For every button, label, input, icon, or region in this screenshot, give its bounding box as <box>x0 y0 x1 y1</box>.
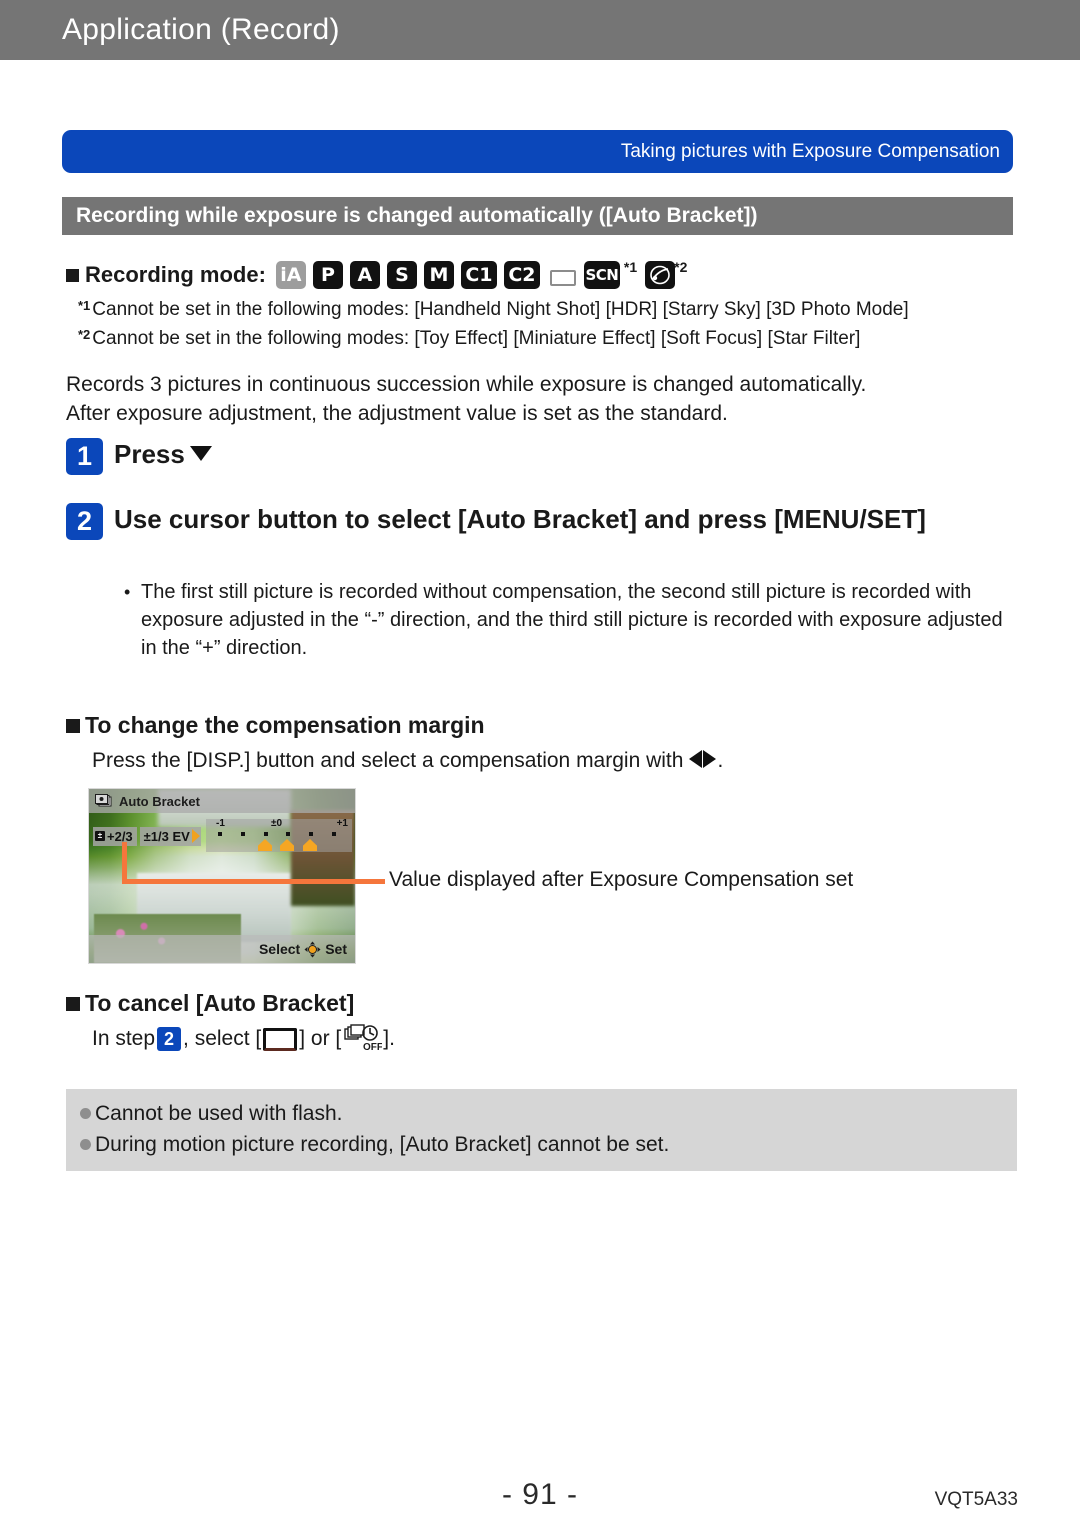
exposure-compensation-icon: ± <box>95 831 105 841</box>
scn-footnote-mark: *1 <box>623 259 638 275</box>
mode-icon-s: S <box>386 261 417 289</box>
mode-icon-p: P <box>312 261 343 289</box>
intro-line-1: Records 3 pictures in continuous success… <box>66 373 867 396</box>
sub-section-header-text: Recording while exposure is changed auto… <box>76 204 758 227</box>
page-header: Application (Record) <box>0 0 1080 60</box>
bullet-dot-icon: • <box>124 582 131 602</box>
creative-control-footnote-mark: *2 <box>674 259 688 275</box>
camera-screen-footer: Select Set <box>89 935 355 963</box>
cursor-right-icon <box>703 750 717 768</box>
square-bullet-icon <box>66 268 79 282</box>
square-bullet-icon <box>66 718 80 733</box>
footnote-line: *2 Cannot be set in the following modes: … <box>78 322 1018 351</box>
footnote-text-2: Cannot be set in the following modes: [T… <box>92 328 861 349</box>
mode-icon-c1: C1 <box>460 261 497 289</box>
step-2: 2 Use cursor button to select [Auto Brac… <box>66 503 966 540</box>
cancel-text-part4: ]. <box>383 1027 395 1050</box>
note-text: Cannot be used with flash. <box>95 1102 343 1125</box>
compensation-margin-body: Press the [DISP.] button and select a co… <box>92 746 723 776</box>
page-number: - 91 - <box>501 1478 579 1511</box>
callout-text: Value displayed after Exposure Compensat… <box>389 868 854 891</box>
note-text: During motion picture recording, [Auto B… <box>95 1133 670 1156</box>
burst-off-icon: OFF <box>342 1024 383 1054</box>
mode-icon-scn: SCN <box>583 261 620 289</box>
inline-step-badge: 2 <box>157 1027 182 1051</box>
bullet-item: • The first still picture is recorded wi… <box>124 578 1014 662</box>
cursor-down-icon <box>189 446 212 461</box>
camera-screen-title-bar: Auto Bracket <box>89 789 355 813</box>
mode-icon-creative-control-icon <box>645 261 676 289</box>
note-item: During motion picture recording, [Auto B… <box>66 1129 1017 1160</box>
recording-mode-label: Recording mode: <box>85 262 266 287</box>
cancel-auto-bracket-heading: To cancel [Auto Bracket] <box>66 990 354 1017</box>
section-banner-text: Taking pictures with Exposure Compensati… <box>620 140 1000 162</box>
exposure-compensation-value-text: +2/3 <box>107 828 133 844</box>
note-bullet-icon <box>80 1108 91 1119</box>
intro-paragraph: Records 3 pictures in continuous success… <box>66 370 1016 428</box>
cancel-text-part2: , select [ <box>183 1027 262 1050</box>
page-title: Application (Record) <box>62 13 340 46</box>
document-code: VQT5A33 <box>934 1489 1018 1510</box>
compensation-margin-heading-text: To change the compensation margin <box>85 712 485 738</box>
recording-mode-footnotes: *1 Cannot be set in the following modes: … <box>78 293 1018 351</box>
mode-icon-panorama-icon <box>547 261 577 289</box>
intro-line-2: After exposure adjustment, the adjustmen… <box>66 402 728 425</box>
step-2-badge: 2 <box>66 503 103 540</box>
svg-text:OFF: OFF <box>363 1042 382 1053</box>
bracket-step-text: ±1/3 EV <box>143 828 190 844</box>
camera-screen-illustration: Auto Bracket -1 ±0 +1 ± +2/3 ±1/3 EV Sel… <box>88 788 356 964</box>
exposure-value-row: ± +2/3 ±1/3 EV <box>93 823 353 849</box>
note-bullet-icon <box>80 1139 91 1150</box>
note-item: Cannot be used with flash. <box>66 1098 1017 1129</box>
single-shot-icon <box>263 1027 298 1051</box>
mode-icon-c2: C2 <box>503 261 540 289</box>
auto-bracket-icon <box>95 794 113 808</box>
step-1-label: Press <box>114 439 185 469</box>
notes-box: Cannot be used with flash. During motion… <box>66 1089 1017 1171</box>
step-2-bullets: • The first still picture is recorded wi… <box>124 578 1014 662</box>
camera-footer-set-label: Set <box>325 941 347 957</box>
step-1-text: Press <box>114 438 212 471</box>
compensation-margin-text: Press the [DISP.] button and select a co… <box>92 749 684 772</box>
exposure-compensation-value: ± +2/3 <box>93 826 137 846</box>
step-1: 1 Press <box>66 438 212 475</box>
cursor-button-icon <box>304 941 321 958</box>
cancel-auto-bracket-body: In step 2 , select [ ] or [ OFF ]. <box>92 1024 395 1054</box>
sub-section-header: Recording while exposure is changed auto… <box>62 197 1013 235</box>
footnote-mark-2: *2 <box>78 327 91 342</box>
bullet-text: The first still picture is recorded with… <box>141 581 1003 659</box>
recording-mode-row: Recording mode: iA P A S M C1 C2 SCN *1 … <box>66 258 695 292</box>
camera-screen-title: Auto Bracket <box>119 793 200 809</box>
mode-icon-ia: iA <box>275 261 306 289</box>
square-bullet-icon <box>66 996 80 1011</box>
mode-icon-a: A <box>349 261 380 289</box>
step-1-badge: 1 <box>66 438 103 475</box>
cancel-text-part1: In step <box>92 1027 156 1050</box>
bracket-step-value: ±1/3 EV <box>139 826 201 846</box>
cancel-auto-bracket-heading-text: To cancel [Auto Bracket] <box>85 990 355 1016</box>
footnote-text-1: Cannot be set in the following modes: [H… <box>92 299 909 320</box>
callout-line-horizontal <box>122 879 385 884</box>
camera-footer-select-label: Select <box>258 941 301 957</box>
section-banner: Taking pictures with Exposure Compensati… <box>62 130 1013 173</box>
compensation-margin-heading: To change the compensation margin <box>66 712 485 739</box>
footnote-mark-1: *1 <box>78 298 91 313</box>
cancel-text-part3: ] or [ <box>299 1027 342 1050</box>
callout-line-vertical <box>122 842 127 884</box>
cursor-left-icon <box>689 750 703 768</box>
compensation-margin-period: . <box>717 749 724 772</box>
chevron-right-icon <box>191 829 200 843</box>
mode-icon-m: M <box>423 261 454 289</box>
step-2-text: Use cursor button to select [Auto Bracke… <box>114 504 926 534</box>
footnote-line: *1 Cannot be set in the following modes: … <box>78 293 1018 322</box>
